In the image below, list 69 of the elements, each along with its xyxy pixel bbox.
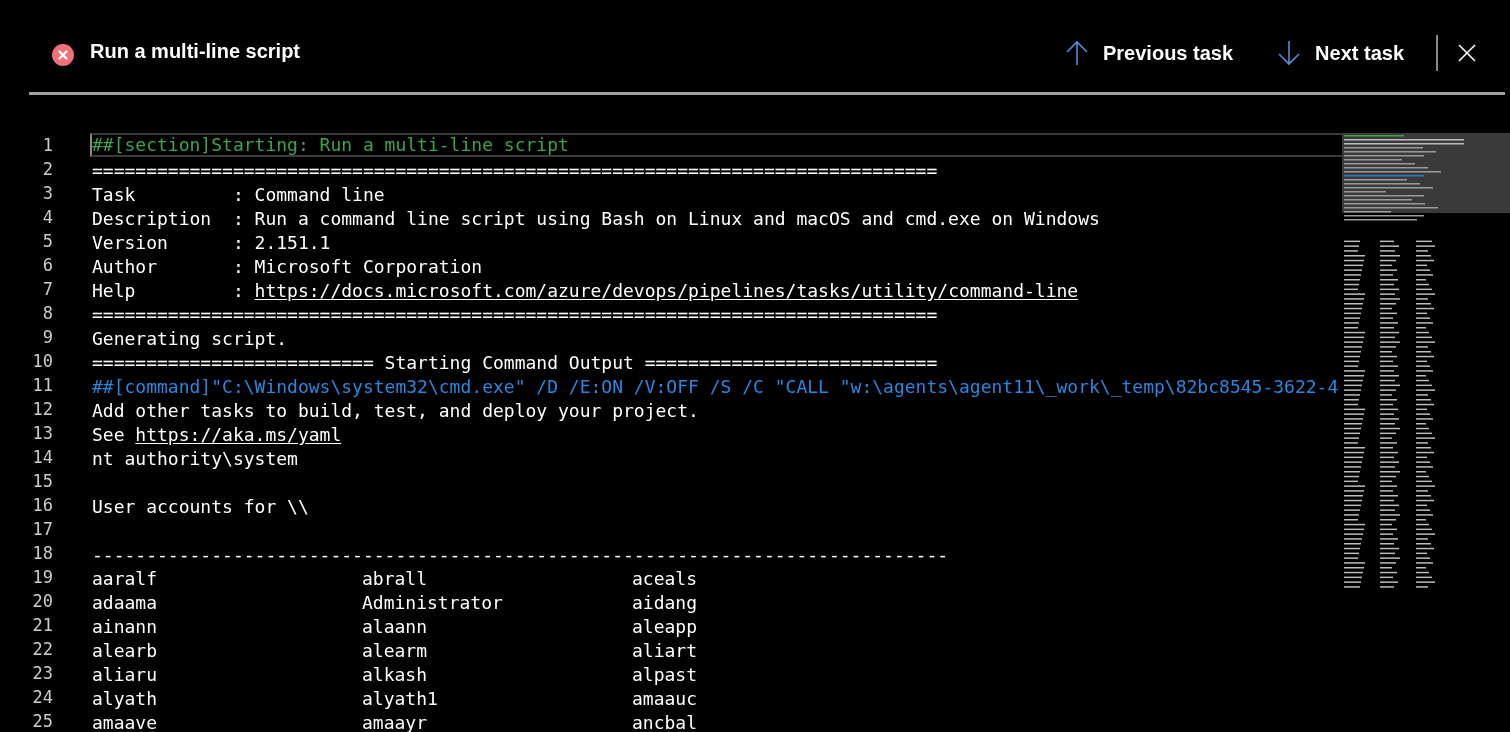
- log-link[interactable]: https://aka.ms/yaml: [135, 423, 342, 443]
- line-number: 22: [31, 638, 53, 661]
- log-text: ainann: [92, 615, 159, 635]
- log-text: aliart: [632, 639, 699, 659]
- line-number: 8: [41, 302, 53, 325]
- log-text: Add other tasks to build, test, and deploy your project.: [92, 399, 699, 419]
- log-text: ==============================================================================: [92, 303, 938, 323]
- log-text: Description : Run a command line script using Bash on Linux and macOS and cmd.exe on Windows: [92, 207, 1100, 227]
- log-text: amaave: [92, 711, 159, 731]
- log-text: alkash: [362, 663, 429, 683]
- previous-task-button[interactable]: Previous task: [1065, 40, 1234, 66]
- log-text: aidang: [632, 591, 699, 611]
- line-number: 4: [41, 206, 53, 229]
- log-text: Administrator: [362, 591, 504, 611]
- line-number: 24: [31, 686, 53, 709]
- line-number: 10: [31, 350, 53, 373]
- line-number: 13: [31, 422, 53, 445]
- line-number: 23: [31, 662, 53, 685]
- log-text: amaauc: [632, 687, 699, 707]
- log-text: Generating script.: [92, 327, 288, 347]
- log-text: adaama: [92, 591, 159, 611]
- log-text: nt authority\system: [92, 447, 298, 467]
- log-text: aliaru: [92, 663, 159, 683]
- log-text: ancbal: [632, 711, 699, 731]
- log-text: alyath1: [362, 687, 439, 707]
- log-text: aaralf: [92, 567, 159, 587]
- line-number: 18: [31, 542, 53, 565]
- log-text: aleapp: [632, 615, 699, 635]
- log-text: alpast: [632, 663, 699, 683]
- log-text: Author : Microsoft Corporation: [92, 255, 483, 275]
- line-number: 9: [41, 326, 53, 349]
- line-number: 15: [31, 470, 53, 493]
- log-link[interactable]: https://docs.microsoft.com/azure/devops/pipelines/tasks/utility/command-line: [254, 279, 1079, 299]
- log-text: aceals: [632, 567, 699, 587]
- log-text: User accounts for \\: [92, 495, 309, 515]
- line-number: 11: [31, 374, 53, 397]
- log-text: amaayr: [362, 711, 429, 731]
- log-text: -------------------------------------------------------------------------------: [92, 543, 949, 563]
- log-text: ==============================================================================: [92, 159, 938, 179]
- line-number: 6: [41, 254, 53, 277]
- line-number: 2: [41, 158, 53, 181]
- log-text: alaann: [362, 615, 429, 635]
- line-number: 5: [41, 230, 53, 253]
- log-text: abrall: [362, 567, 429, 587]
- log-text: Task : Command line: [92, 183, 385, 203]
- log-text: See: [92, 423, 126, 443]
- line-number: 7: [41, 278, 53, 301]
- arrow-down-icon: [1277, 40, 1302, 66]
- line-number: 20: [31, 590, 53, 613]
- line-number: 17: [31, 518, 53, 541]
- log-text: ========================== Starting Command Output ===========================: [92, 351, 938, 371]
- log-text: alearb: [92, 639, 159, 659]
- line-number: 19: [31, 566, 53, 589]
- log-text: alyath: [92, 687, 159, 707]
- log-text: ##[command]"C:\Windows\system32\cmd.exe" /D /E:ON /V:OFF /S /C "CALL "w:\agents\agent11\_work\_temp\82bc8545-3622-4: [92, 375, 1339, 395]
- line-number: 3: [41, 182, 53, 205]
- task-title: Run a multi-line script: [90, 39, 301, 63]
- next-task-button[interactable]: Next task: [1277, 40, 1404, 66]
- line-number: 12: [31, 398, 53, 421]
- line-number: 21: [31, 614, 53, 637]
- log-text: Help :: [92, 279, 245, 299]
- line-number: 1: [41, 134, 53, 157]
- line-number: 25: [31, 710, 53, 732]
- log-text: ##[section]Starting: Run a multi-line script: [92, 135, 569, 155]
- line-number: 14: [31, 446, 53, 469]
- line-number: 16: [31, 494, 53, 517]
- arrow-up-icon: [1065, 40, 1089, 66]
- log-text: alearm: [362, 639, 429, 659]
- log-text: Version : 2.151.1: [92, 231, 331, 251]
